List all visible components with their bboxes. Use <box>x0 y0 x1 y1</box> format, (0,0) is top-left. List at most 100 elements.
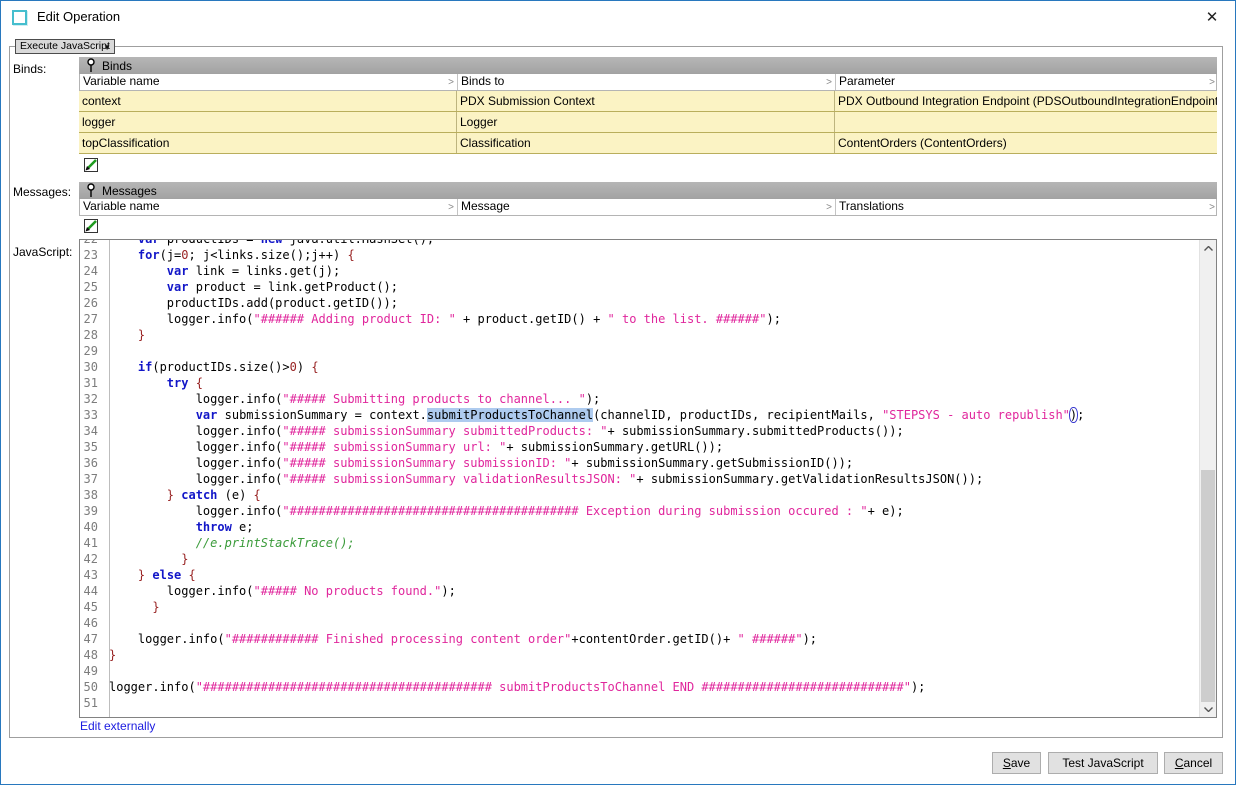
save-button[interactable]: Save <box>992 752 1041 774</box>
test-javascript-button[interactable]: Test JavaScript <box>1048 752 1158 774</box>
code-line[interactable]: 43 } else { <box>80 567 1198 583</box>
code-line[interactable]: 40 throw e; <box>80 519 1198 535</box>
line-number: 26 <box>80 295 103 311</box>
column-header[interactable]: Binds to> <box>458 74 836 90</box>
code-line[interactable]: 32 logger.info("##### Submitting product… <box>80 391 1198 407</box>
javascript-editor[interactable]: 22 var productIDs = new java.util.HashSe… <box>79 239 1217 718</box>
code-line[interactable]: 29 <box>80 343 1198 359</box>
edit-operation-dialog: Edit Operation ✕ Execute JavaScript ▼ Bi… <box>0 0 1236 785</box>
code-text: try { <box>103 375 203 391</box>
code-line[interactable]: 28 } <box>80 327 1198 343</box>
code-line[interactable]: 34 logger.info("##### submissionSummary … <box>80 423 1198 439</box>
table-cell[interactable]: Classification <box>457 133 835 153</box>
line-number: 35 <box>80 439 103 455</box>
code-line[interactable]: 47 logger.info("############ Finished pr… <box>80 631 1198 647</box>
code-line[interactable]: 22 var productIDs = new java.util.HashSe… <box>80 239 1198 247</box>
messages-column-headers: Variable name>Message>Translations> <box>79 199 1217 216</box>
messages-label: Messages: <box>13 185 71 199</box>
column-header[interactable]: Variable name> <box>80 199 458 215</box>
code-text: productIDs.add(product.getID()); <box>103 295 398 311</box>
code-line[interactable]: 39 logger.info("########################… <box>80 503 1198 519</box>
table-row[interactable]: loggerLogger <box>79 112 1217 133</box>
code-text: if(productIDs.size()>0) { <box>103 359 319 375</box>
code-line[interactable]: 42 } <box>80 551 1198 567</box>
line-number: 47 <box>80 631 103 647</box>
operation-type-select[interactable]: Execute JavaScript ▼ <box>15 39 115 54</box>
line-number: 46 <box>80 615 103 631</box>
table-cell[interactable] <box>835 112 1217 132</box>
close-icon[interactable]: ✕ <box>1201 7 1223 29</box>
line-number: 41 <box>80 535 103 551</box>
pin-icon <box>86 183 96 198</box>
javascript-label: JavaScript: <box>13 245 72 259</box>
table-row[interactable]: contextPDX Submission ContextPDX Outboun… <box>79 91 1217 112</box>
code-area[interactable]: 22 var productIDs = new java.util.HashSe… <box>80 239 1198 711</box>
title-bar: Edit Operation ✕ <box>1 1 1235 33</box>
line-number: 48 <box>80 647 103 663</box>
dialog-title: Edit Operation <box>37 9 120 24</box>
edit-externally-link[interactable]: Edit externally <box>80 719 155 733</box>
table-cell[interactable]: topClassification <box>79 133 457 153</box>
code-line[interactable]: 25 var product = link.getProduct(); <box>80 279 1198 295</box>
line-number: 32 <box>80 391 103 407</box>
code-text: logger.info("###########################… <box>103 679 925 695</box>
code-text: throw e; <box>103 519 254 535</box>
pin-icon <box>86 58 96 73</box>
binds-rows: contextPDX Submission ContextPDX Outboun… <box>79 91 1217 154</box>
code-line[interactable]: 24 var link = links.get(j); <box>80 263 1198 279</box>
code-line[interactable]: 44 logger.info("##### No products found.… <box>80 583 1198 599</box>
scroll-down-icon[interactable] <box>1200 701 1216 717</box>
scroll-up-icon[interactable] <box>1200 240 1216 256</box>
code-text: for(j=0; j<links.size();j++) { <box>103 247 355 263</box>
code-line[interactable]: 35 logger.info("##### submissionSummary … <box>80 439 1198 455</box>
messages-panel-title: Messages <box>102 184 157 198</box>
code-line[interactable]: 46 <box>80 615 1198 631</box>
code-line[interactable]: 41 //e.printStackTrace(); <box>80 535 1198 551</box>
binds-edit-icon[interactable] <box>83 157 100 174</box>
column-header[interactable]: Translations> <box>836 199 1218 215</box>
code-line[interactable]: 33 var submissionSummary = context.submi… <box>80 407 1198 423</box>
code-line[interactable]: 26 productIDs.add(product.getID()); <box>80 295 1198 311</box>
code-text <box>103 695 109 711</box>
table-cell[interactable]: ContentOrders (ContentOrders) <box>835 133 1217 153</box>
messages-edit-icon[interactable] <box>83 218 100 235</box>
column-header[interactable]: Variable name> <box>80 74 458 90</box>
code-line[interactable]: 36 logger.info("##### submissionSummary … <box>80 455 1198 471</box>
table-cell[interactable]: PDX Outbound Integration Endpoint (PDSOu… <box>835 91 1217 111</box>
editor-scrollbar[interactable] <box>1199 240 1216 717</box>
code-line[interactable]: 38 } catch (e) { <box>80 487 1198 503</box>
code-line[interactable]: 51 <box>80 695 1198 711</box>
cancel-button[interactable]: Cancel <box>1164 752 1223 774</box>
code-line[interactable]: 48} <box>80 647 1198 663</box>
line-number: 49 <box>80 663 103 679</box>
line-number: 25 <box>80 279 103 295</box>
line-number: 29 <box>80 343 103 359</box>
code-line[interactable]: 49 <box>80 663 1198 679</box>
binds-panel: Binds Variable name>Binds to>Parameter> … <box>79 57 1217 154</box>
table-cell[interactable]: PDX Submission Context <box>457 91 835 111</box>
table-cell[interactable]: Logger <box>457 112 835 132</box>
chevron-down-icon: ▼ <box>103 41 111 54</box>
column-header[interactable]: Message> <box>458 199 836 215</box>
line-number: 23 <box>80 247 103 263</box>
code-text: logger.info("##### submissionSummary sub… <box>103 455 853 471</box>
code-line[interactable]: 31 try { <box>80 375 1198 391</box>
line-number: 24 <box>80 263 103 279</box>
line-number: 27 <box>80 311 103 327</box>
code-line[interactable]: 30 if(productIDs.size()>0) { <box>80 359 1198 375</box>
table-cell[interactable]: context <box>79 91 457 111</box>
line-number: 43 <box>80 567 103 583</box>
line-number: 22 <box>80 239 103 247</box>
messages-panel: Messages Variable name>Message>Translati… <box>79 182 1217 216</box>
scrollbar-thumb[interactable] <box>1201 470 1215 702</box>
code-line[interactable]: 45 } <box>80 599 1198 615</box>
line-number: 31 <box>80 375 103 391</box>
line-number: 45 <box>80 599 103 615</box>
code-line[interactable]: 50logger.info("#########################… <box>80 679 1198 695</box>
table-cell[interactable]: logger <box>79 112 457 132</box>
code-line[interactable]: 27 logger.info("###### Adding product ID… <box>80 311 1198 327</box>
code-line[interactable]: 23 for(j=0; j<links.size();j++) { <box>80 247 1198 263</box>
column-header[interactable]: Parameter> <box>836 74 1218 90</box>
code-line[interactable]: 37 logger.info("##### submissionSummary … <box>80 471 1198 487</box>
table-row[interactable]: topClassificationClassificationContentOr… <box>79 133 1217 154</box>
